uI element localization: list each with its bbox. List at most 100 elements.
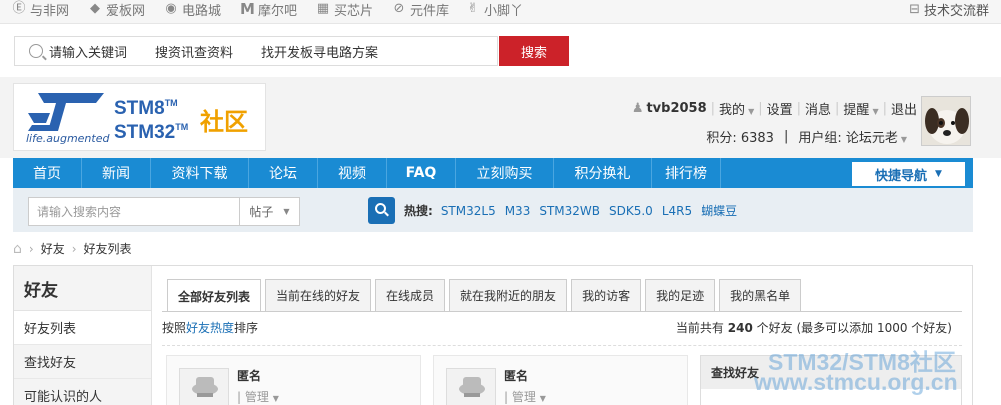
search-news-link[interactable]: 搜资讯查资料 [155, 42, 233, 61]
watermark-line2: www.stmcu.org.cn [754, 369, 958, 395]
tab-blacklist[interactable]: 我的黑名单 [719, 279, 802, 311]
sort-text: 按照好友热度排序 [162, 321, 259, 335]
tab-online-members[interactable]: 在线成员 [375, 279, 446, 311]
tech-group-link[interactable]: ⊟ 技术交流群 [909, 0, 989, 19]
friend-card: 匿名 | 管理 ▼ [166, 355, 421, 405]
username-link[interactable]: tvb2058 [646, 101, 706, 116]
chevron-down-icon: ▼ [283, 207, 290, 216]
search-type-select[interactable]: 帖子 ▼ [239, 198, 299, 225]
hot-search-item[interactable]: 蝴蝶豆 [701, 202, 737, 219]
site-link-aiban[interactable]: ◆ 爱板网 [88, 0, 145, 19]
sort-row: 按照好友热度排序 当前共有 240 个好友 (最多可以添加 1000 个好友) [162, 319, 952, 336]
site-link-dianlucheng[interactable]: ◉ 电路城 [164, 0, 221, 19]
site-link-eefocus[interactable]: Ⓔ 与非网 [12, 0, 69, 19]
site-link-xiaojiaoya[interactable]: ✌ 小脚丫 [466, 0, 523, 19]
stm-community-logo[interactable]: life.augmented STM8TM STM32TM 社区 [13, 83, 266, 151]
breadcrumb-friends[interactable]: 好友 [41, 240, 65, 257]
hot-search-item[interactable]: M33 [505, 204, 531, 218]
sort-by-hotness-link[interactable]: 好友热度 [186, 321, 234, 335]
nav-news[interactable]: 新闻 [82, 158, 151, 188]
logo-tagline: life.augmented [26, 132, 110, 145]
site-header: life.augmented STM8TM STM32TM 社区 ♟ tvb20… [0, 77, 1001, 158]
tab-visitors[interactable]: 我的访客 [571, 279, 642, 311]
quick-nav-button[interactable]: 快捷导航 ▼ [852, 162, 965, 186]
friend-name[interactable]: 匿名 [237, 367, 261, 384]
sidebar-item-maybe-know[interactable]: 可能认识的人 [14, 379, 151, 405]
tab-nearby[interactable]: 就在我附近的朋友 [449, 279, 568, 311]
global-search-box[interactable]: 请输入关键词 搜资讯查资料 找开发板寻电路方案 [14, 36, 498, 66]
menu-remind[interactable]: 提醒 ▼ [843, 99, 878, 118]
site-link-moore8[interactable]: M 摩尔吧 [240, 0, 297, 19]
logo-shequ: 社区 [200, 108, 248, 136]
sidebar-item-friend-list[interactable]: 好友列表 [14, 311, 151, 345]
anonymous-user-icon [459, 377, 485, 397]
nav-home[interactable]: 首页 [13, 158, 82, 188]
chip-grid-icon: ▦ [316, 1, 330, 16]
friend-tabs: 全部好友列表 当前在线的好友 在线成员 就在我附近的朋友 我的访客 我的足迹 我… [167, 279, 805, 312]
global-search-row: 请输入关键词 搜资讯查资料 找开发板寻电路方案 搜索 [0, 25, 1001, 77]
site-link-maixinpian[interactable]: ▦ 买芯片 [316, 0, 373, 19]
menu-logout[interactable]: 退出 [891, 99, 917, 118]
e-circle-icon: Ⓔ [12, 1, 26, 16]
usergroup-link[interactable]: 用户组: 论坛元老 ▼ [798, 127, 907, 146]
hot-search-item[interactable]: STM32WB [539, 204, 600, 218]
logo-stm8: STM8TM [114, 98, 178, 119]
tab-divider [162, 311, 962, 312]
points-link[interactable]: 积分: 6383 [706, 127, 774, 146]
m-letter-icon: M [240, 0, 255, 18]
friend-name[interactable]: 匿名 [504, 367, 528, 384]
menu-messages[interactable]: 消息 [805, 99, 831, 118]
nav-ranking[interactable]: 排行榜 [652, 158, 721, 188]
friend-manage-menu[interactable]: | 管理 ▼ [237, 388, 279, 405]
sidebar-title: 好友 [14, 266, 151, 311]
breadcrumb: ⌂ › 好友 › 好友列表 [13, 240, 132, 257]
chevron-down-icon: ▼ [900, 135, 907, 144]
forum-search-bar: 请输入搜索内容 帖子 ▼ 热搜: STM32L5 M33 STM32WB SDK5… [13, 188, 973, 232]
search-icon [29, 44, 43, 58]
hot-search-item[interactable]: STM32L5 [441, 204, 496, 218]
user-icon: ♟ [631, 101, 644, 116]
friends-sidebar: 好友 好友列表 查找好友 可能认识的人 [14, 266, 152, 405]
tab-footprints[interactable]: 我的足迹 [645, 279, 716, 311]
anonymous-avatar[interactable] [179, 368, 229, 405]
sidebar-item-find-friend[interactable]: 查找好友 [14, 345, 151, 379]
anonymous-user-icon [192, 377, 218, 397]
tab-all-friends[interactable]: 全部好友列表 [167, 279, 262, 312]
chat-group-icon: ⊟ [909, 1, 920, 17]
avatar[interactable] [921, 96, 971, 146]
global-search-button[interactable]: 搜索 [499, 36, 569, 66]
menu-settings[interactable]: 设置 [767, 99, 793, 118]
search-board-link[interactable]: 找开发板寻电路方案 [261, 42, 378, 61]
chevron-down-icon: ▼ [748, 107, 755, 116]
diamond-icon: ◆ [90, 1, 100, 16]
nav-video[interactable]: 视频 [318, 158, 387, 188]
search-icon [375, 203, 386, 214]
forum-search-input[interactable]: 请输入搜索内容 [29, 203, 239, 220]
home-icon[interactable]: ⌂ [13, 241, 22, 257]
search-keyword-placeholder[interactable]: 请输入关键词 [49, 42, 127, 61]
breadcrumb-friend-list[interactable]: 好友列表 [84, 240, 132, 257]
nav-points-gift[interactable]: 积分换礼 [554, 158, 652, 188]
top-site-bar: Ⓔ 与非网 ◆ 爱板网 ◉ 电路城 M 摩尔吧 ▦ 买芯片 ⊘ 元件库 ✌ 小脚丫 ⊟ 技术交流… [0, 0, 1001, 24]
hot-search-item[interactable]: L4R5 [662, 204, 692, 218]
menu-mine[interactable]: 我的 ▼ [719, 99, 754, 118]
caret-down-icon: ▼ [935, 169, 942, 179]
chevron-down-icon: ▼ [872, 107, 879, 116]
component-icon: ⊘ [393, 1, 405, 16]
nav-buy[interactable]: 立刻购买 [456, 158, 554, 188]
nav-forum[interactable]: 论坛 [249, 158, 318, 188]
nav-faq[interactable]: FAQ [387, 158, 456, 188]
logo-stm32: STM32TM [114, 122, 189, 143]
anonymous-avatar[interactable] [446, 368, 496, 405]
st-logo-icon [28, 93, 104, 131]
site-link-yuanjianku[interactable]: ⊘ 元件库 [392, 0, 449, 19]
user-stats-bar: 积分: 6383 | 用户组: 论坛元老 ▼ [706, 127, 907, 146]
friend-manage-menu[interactable]: | 管理 ▼ [504, 388, 546, 405]
nav-downloads[interactable]: 资料下载 [151, 158, 249, 188]
hot-search-list: 热搜: STM32L5 M33 STM32WB SDK5.0 L4R5 蝴蝶豆 [404, 202, 746, 219]
tab-online-friends[interactable]: 当前在线的好友 [265, 279, 372, 311]
chevron-down-icon: ▼ [272, 394, 279, 403]
hot-search-item[interactable]: SDK5.0 [609, 204, 653, 218]
main-nav: 首页 新闻 资料下载 论坛 视频 FAQ 立刻购买 积分换礼 排行榜 快捷导航 ▼ [13, 158, 973, 188]
forum-search-button[interactable] [368, 197, 395, 224]
